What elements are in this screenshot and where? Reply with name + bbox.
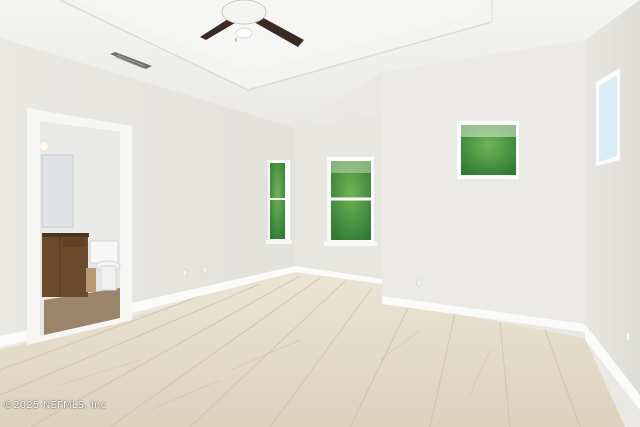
center-wall: [382, 40, 585, 326]
window-right: [457, 121, 519, 179]
bathroom-doorway: [27, 108, 132, 345]
room-illustration: [0, 0, 640, 427]
window-center: [324, 157, 377, 246]
room-photo: ©2025 NEFMLS, Inc: [0, 0, 640, 427]
window-left: [266, 160, 292, 244]
vanity-cabinet: [42, 233, 89, 297]
copyright-watermark: ©2025 NEFMLS, Inc: [3, 400, 107, 411]
window-far-right: [596, 68, 620, 166]
